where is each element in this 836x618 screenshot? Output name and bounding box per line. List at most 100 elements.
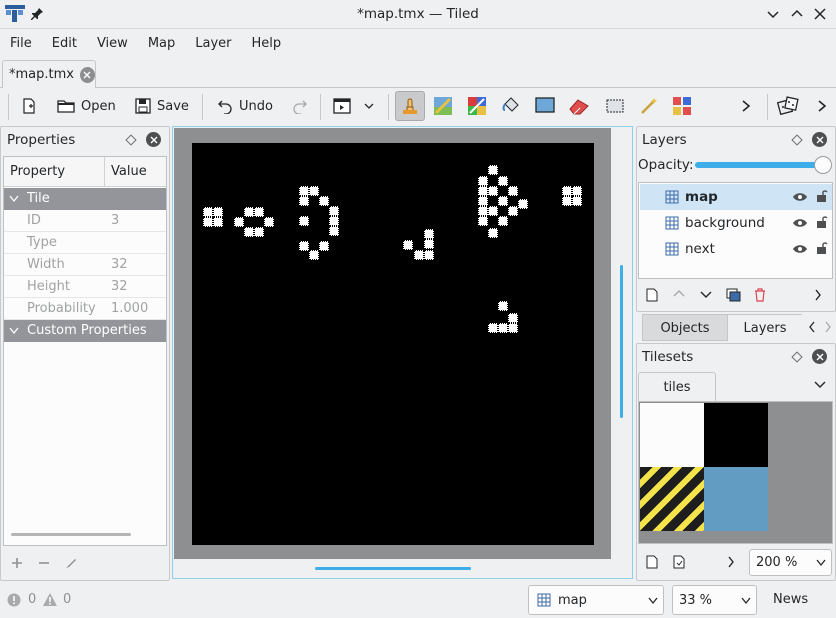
error-count: 0	[28, 592, 37, 607]
undo-button[interactable]: Undo	[217, 92, 273, 120]
open-button[interactable]: Open	[57, 92, 116, 120]
tileset-menu-icon[interactable]	[814, 380, 826, 390]
random-mode-icon[interactable]	[776, 94, 800, 118]
map-tile	[498, 176, 508, 186]
menu-bar: File Edit View Map Layer Help	[0, 31, 291, 57]
menu-edit[interactable]: Edit	[42, 31, 87, 57]
menu-view[interactable]: View	[87, 31, 138, 57]
map-tile	[498, 323, 508, 333]
magic-wand-icon[interactable]	[637, 94, 661, 118]
raise-layer-icon[interactable]	[673, 289, 685, 299]
map-tile	[254, 227, 264, 237]
lock-icon[interactable]	[816, 189, 828, 203]
shape-fill-icon[interactable]	[533, 94, 557, 118]
warning-icon[interactable]	[42, 592, 58, 607]
toolbar-more-2-icon[interactable]	[810, 94, 834, 118]
tilesets-more-icon[interactable]	[727, 556, 735, 568]
document-tab[interactable]: *map.tmx	[2, 60, 96, 88]
select-same-tile-icon[interactable]	[671, 94, 695, 118]
visibility-eye-icon[interactable]	[792, 244, 808, 254]
wang-brush-icon[interactable]	[465, 94, 489, 118]
property-row-height[interactable]: Height 32	[4, 276, 166, 298]
map-tile-layer[interactable]	[192, 143, 594, 545]
menu-help[interactable]: Help	[242, 31, 292, 57]
bucket-fill-icon[interactable]	[499, 94, 523, 118]
map-tile	[309, 186, 319, 196]
map-tile	[213, 207, 223, 217]
close-tilesets-icon[interactable]	[812, 349, 827, 364]
tileset-zoom-select[interactable]: 200 %	[749, 549, 832, 576]
stamp-brush-icon[interactable]	[395, 91, 425, 121]
tab-layers[interactable]: Layers	[728, 314, 802, 341]
tab-scroll-left-icon[interactable]	[808, 321, 816, 333]
error-icon[interactable]	[7, 593, 21, 607]
tileset-tile-hazard[interactable]	[640, 467, 704, 531]
opacity-slider-handle[interactable]	[814, 156, 832, 174]
group-custom-properties[interactable]: Custom Properties	[4, 320, 166, 342]
delete-layer-icon[interactable]	[754, 288, 766, 302]
lock-icon[interactable]	[816, 241, 828, 255]
run-command-icon[interactable]	[330, 94, 354, 118]
redo-icon[interactable]	[288, 94, 312, 118]
menu-file[interactable]: File	[0, 31, 42, 57]
minimize-button[interactable]	[766, 7, 780, 21]
new-layer-icon[interactable]	[645, 288, 659, 302]
tileset-view[interactable]	[638, 401, 833, 544]
close-properties-icon[interactable]	[146, 132, 161, 147]
menu-layer[interactable]: Layer	[185, 31, 241, 57]
properties-panel-title: Properties	[7, 132, 76, 148]
opacity-slider[interactable]	[695, 162, 829, 168]
map-tile	[299, 241, 309, 251]
layer-select[interactable]: map	[528, 585, 664, 615]
tileset-tile-black[interactable]	[704, 403, 768, 467]
map-tile	[562, 186, 572, 196]
property-row-probability[interactable]: Probability 1.000	[4, 298, 166, 320]
tab-objects[interactable]: Objects	[642, 314, 728, 341]
properties-scrollbar[interactable]	[11, 533, 131, 536]
group-tile[interactable]: Tile	[4, 188, 166, 210]
document-tab-label: *map.tmx	[9, 67, 74, 82]
map-tile	[329, 216, 339, 226]
terrain-brush-icon[interactable]	[431, 94, 455, 118]
column-header-property[interactable]: Property	[4, 157, 105, 187]
map-tile	[424, 229, 434, 239]
tile-layer-icon	[665, 190, 679, 204]
tileset-tab-tiles[interactable]: tiles	[638, 372, 716, 401]
rename-property-icon[interactable]	[64, 556, 78, 570]
lower-layer-icon[interactable]	[700, 290, 712, 300]
remove-property-icon[interactable]	[37, 556, 51, 570]
lock-icon[interactable]	[816, 215, 828, 229]
layers-more-icon[interactable]	[814, 289, 822, 301]
map-zoom-select[interactable]: 33 %	[672, 585, 757, 615]
news-button[interactable]: News	[773, 592, 808, 607]
close-tab-icon[interactable]	[79, 66, 95, 83]
horizontal-scrollbar[interactable]	[315, 567, 471, 570]
property-row-width[interactable]: Width 32	[4, 254, 166, 276]
property-row-type[interactable]: Type	[4, 232, 166, 254]
folder-open-icon	[57, 100, 75, 113]
chevron-down-icon[interactable]	[357, 94, 381, 118]
map-tile	[403, 240, 413, 250]
tileset-tile-white[interactable]	[640, 403, 704, 467]
maximize-button[interactable]	[790, 7, 804, 21]
toolbar-more-icon[interactable]	[734, 94, 758, 118]
rectangle-select-icon[interactable]	[603, 94, 627, 118]
tileset-tile-blue[interactable]	[704, 467, 768, 531]
close-window-button[interactable]	[813, 7, 827, 21]
menu-map[interactable]: Map	[138, 31, 185, 57]
new-tileset-icon[interactable]	[645, 555, 659, 569]
embed-tileset-icon[interactable]	[672, 555, 686, 569]
vertical-scrollbar[interactable]	[620, 265, 623, 418]
save-button[interactable]: Save	[135, 92, 189, 120]
duplicate-layer-icon[interactable]	[726, 288, 742, 302]
tab-scroll-right-icon[interactable]	[824, 321, 832, 333]
property-row-id[interactable]: ID 3	[4, 210, 166, 232]
visibility-eye-icon[interactable]	[792, 218, 808, 228]
new-file-icon[interactable]	[17, 94, 41, 118]
close-layers-icon[interactable]	[812, 132, 827, 147]
map-tile	[498, 216, 508, 226]
add-property-icon[interactable]	[10, 556, 24, 570]
column-header-value[interactable]: Value	[105, 157, 166, 187]
visibility-eye-icon[interactable]	[792, 192, 808, 202]
eraser-icon[interactable]	[567, 94, 591, 118]
